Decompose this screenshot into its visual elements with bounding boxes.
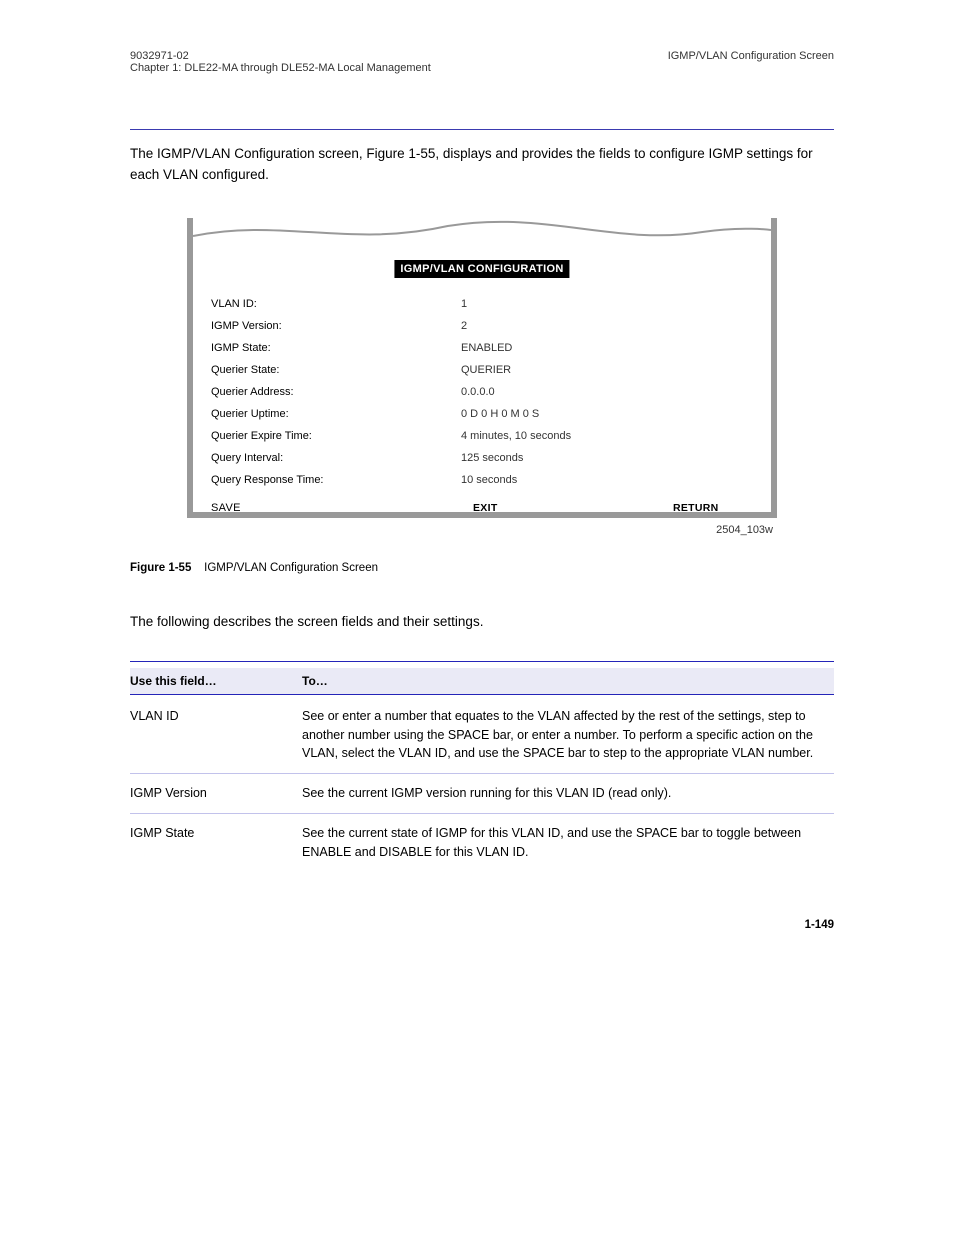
table-col-b-header: To… — [302, 674, 826, 688]
table-divider — [130, 813, 834, 814]
figure-caption: Figure 1-55 IGMP/VLAN Configuration Scre… — [130, 562, 834, 574]
figure-row: IGMP Version: 2 — [211, 320, 571, 332]
table-intro: The following describes the screen field… — [130, 612, 834, 633]
figure-row: Querier Address: 0.0.0.0 — [211, 386, 571, 398]
table-divider — [130, 773, 834, 774]
figure-row-value: QUERIER — [461, 364, 511, 376]
caption-title: IGMP/VLAN Configuration Screen — [204, 562, 378, 574]
field-table: Use this field… To… VLAN ID See or enter… — [130, 661, 834, 866]
figure-wave-top — [193, 218, 771, 248]
table-rule — [130, 694, 834, 695]
figure-row-label: Querier Expire Time: — [211, 430, 461, 442]
figure-row-value: 0.0.0.0 — [461, 386, 495, 398]
figure-row-value: 10 seconds — [461, 474, 517, 486]
table-cell-desc: See the current IGMP version running for… — [302, 784, 826, 803]
exit-label: EXIT — [473, 502, 498, 514]
figure-rows: VLAN ID: 1 IGMP Version: 2 IGMP State: E… — [211, 298, 571, 496]
figure-row-label: Querier State: — [211, 364, 461, 376]
figure-row-label: VLAN ID: — [211, 298, 461, 310]
return-label: RETURN — [673, 502, 719, 514]
table-header: Use this field… To… — [130, 668, 834, 694]
figure-row-label: Querier Address: — [211, 386, 461, 398]
figure-row: Query Response Time: 10 seconds — [211, 474, 571, 486]
figure-row-value: 0 D 0 H 0 M 0 S — [461, 408, 539, 420]
figure-row: Querier State: QUERIER — [211, 364, 571, 376]
doc-id: 9032971-02 — [130, 50, 431, 62]
figure-title: IGMP/VLAN CONFIGURATION — [394, 260, 569, 278]
figure-row-label: Query Interval: — [211, 452, 461, 464]
page-header: 9032971-02 Chapter 1: DLE22-MA through D… — [130, 50, 834, 74]
figure-code: 2504_103w — [187, 524, 777, 536]
table-row: IGMP Version See the current IGMP versio… — [130, 780, 834, 807]
figure-row: IGMP State: ENABLED — [211, 342, 571, 354]
figure-frame: IGMP/VLAN CONFIGURATION VLAN ID: 1 IGMP … — [187, 218, 777, 518]
table-cell-field: IGMP State — [130, 824, 302, 862]
table-cell-field: VLAN ID — [130, 707, 302, 763]
table-cell-field: IGMP Version — [130, 784, 302, 803]
figure-row: VLAN ID: 1 — [211, 298, 571, 310]
figure: IGMP/VLAN CONFIGURATION VLAN ID: 1 IGMP … — [187, 218, 777, 536]
table-col-a-header: Use this field… — [130, 674, 302, 688]
figure-row-label: Querier Uptime: — [211, 408, 461, 420]
header-right: IGMP/VLAN Configuration Screen — [668, 50, 834, 62]
figure-row: Querier Expire Time: 4 minutes, 10 secon… — [211, 430, 571, 442]
figure-row-value: 1 — [461, 298, 467, 310]
figure-row-value: ENABLED — [461, 342, 512, 354]
table-rule — [130, 661, 834, 662]
figure-row-value: 2 — [461, 320, 467, 332]
page-number: 1-149 — [130, 919, 834, 931]
figure-row: Query Interval: 125 seconds — [211, 452, 571, 464]
table-row: IGMP State See the current state of IGMP… — [130, 820, 834, 866]
figure-row-value: 4 minutes, 10 seconds — [461, 430, 571, 442]
intro-text: The IGMP/VLAN Configuration screen, Figu… — [130, 144, 834, 186]
figure-row: Querier Uptime: 0 D 0 H 0 M 0 S — [211, 408, 571, 420]
table-cell-desc: See the current state of IGMP for this V… — [302, 824, 826, 862]
table-row: VLAN ID See or enter a number that equat… — [130, 703, 834, 767]
save-label: SAVE — [211, 502, 241, 514]
chapter-title: Chapter 1: DLE22-MA through DLE52-MA Loc… — [130, 62, 431, 74]
header-rule — [130, 129, 834, 130]
table-cell-desc: See or enter a number that equates to th… — [302, 707, 826, 763]
figure-row-label: IGMP State: — [211, 342, 461, 354]
caption-label: Figure 1-55 — [130, 562, 191, 574]
figure-row-value: 125 seconds — [461, 452, 523, 464]
figure-row-label: Query Response Time: — [211, 474, 461, 486]
header-left: 9032971-02 Chapter 1: DLE22-MA through D… — [130, 50, 431, 74]
figure-row-label: IGMP Version: — [211, 320, 461, 332]
